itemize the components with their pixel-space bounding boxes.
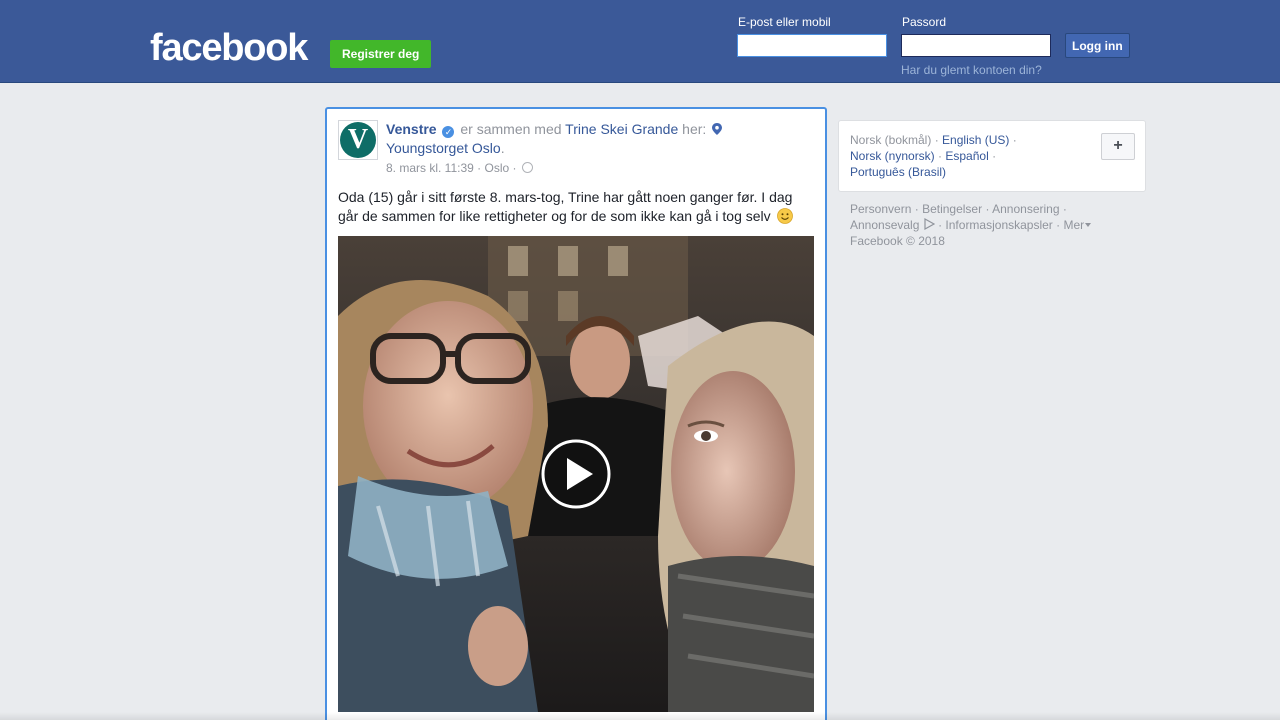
page-avatar[interactable]: V [338,120,378,160]
here-text: her: [682,121,707,137]
post-meta: 8. mars kl. 11:39 · Oslo · [386,161,533,175]
post-text: Oda (15) går i sitt første 8. mars-tog, … [338,188,808,226]
footer-separator: · [1056,218,1061,232]
email-label: E-post eller mobil [738,15,831,29]
password-label: Passord [902,15,947,29]
footer-separator: · [938,218,943,232]
language-english[interactable]: English (US) [942,133,1009,147]
video-player[interactable] [338,236,814,712]
lang-separator: · [1012,133,1017,147]
register-button[interactable]: Registrer deg [330,40,432,68]
login-button[interactable]: Logg inn [1065,33,1130,58]
location-link[interactable]: Youngstorget Oslo [386,140,501,156]
play-icon[interactable] [541,439,611,509]
language-espanol[interactable]: Español [945,149,988,163]
venstre-logo-icon: V [340,122,376,158]
footer-cookies[interactable]: Informasjonskapsler [945,218,1052,232]
tagged-person-link[interactable]: Trine Skei Grande [565,121,678,137]
footer-separator: · [985,202,990,216]
add-language-button[interactable]: + [1101,133,1135,160]
location-pin-icon [712,123,723,135]
language-list: Norsk (bokmål) · English (US) · Norsk (n… [850,132,1050,180]
language-portugues[interactable]: Português (Brasil) [850,165,946,179]
footer-advertising[interactable]: Annonsering [992,202,1059,216]
language-current: Norsk (bokmål) [850,133,932,147]
caret-down-icon [1085,223,1092,227]
footer-privacy[interactable]: Personvern [850,202,911,216]
email-field[interactable] [737,34,887,57]
with-text: er sammen med [460,121,562,137]
footer-terms[interactable]: Betingelser [922,202,982,216]
post-header: Venstre ✓ er sammen med Trine Skei Grand… [386,120,816,158]
footer-copyright: Facebook © 2018 [850,234,945,248]
footer-more[interactable]: Mer [1064,218,1092,232]
lang-separator: · [938,149,943,163]
top-bar: facebook Registrer deg E-post eller mobi… [0,0,1280,83]
lang-separator: · [934,133,939,147]
footer-separator: · [914,202,919,216]
footer-ad-choices[interactable]: Annonsevalg [850,218,919,232]
facebook-logo[interactable]: facebook [150,26,308,70]
globe-icon[interactable] [521,162,533,173]
footer-more-label: Mer [1063,218,1085,232]
meta-separator: · [512,161,517,175]
password-field[interactable] [901,34,1051,57]
avatar-letter: V [347,124,369,155]
language-selector: Norsk (bokmål) · English (US) · Norsk (n… [838,120,1146,192]
lang-separator: · [992,149,997,163]
smiley-emoji-icon [776,208,793,224]
timestamp-link[interactable]: 8. mars kl. 11:39 [386,161,474,175]
post-body: Oda (15) går i sitt første 8. mars-tog, … [338,189,793,224]
bottom-shadow [0,712,1280,720]
place-link[interactable]: Oslo [485,161,510,175]
ad-choices-icon [924,218,935,230]
footer-links: Personvern · Betingelser · Annonsering ·… [850,201,1110,249]
forgot-account-link[interactable]: Har du glemt kontoen din? [901,63,1042,77]
meta-separator: · [477,161,482,175]
language-nynorsk[interactable]: Norsk (nynorsk) [850,149,935,163]
verified-badge-icon: ✓ [442,126,455,138]
post-card: V Venstre ✓ er sammen med Trine Skei Gra… [325,107,827,720]
author-link[interactable]: Venstre [386,121,437,137]
footer-separator: · [1062,202,1067,216]
header-period: . [500,140,505,156]
